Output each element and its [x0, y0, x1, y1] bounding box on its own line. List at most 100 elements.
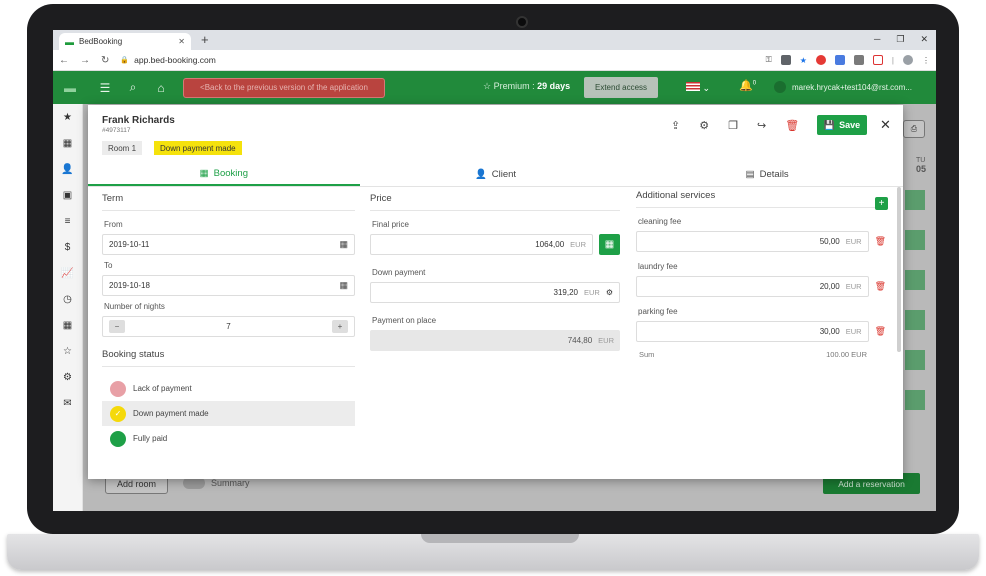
- url-field[interactable]: 🔒 app.bed-booking.com: [120, 55, 215, 65]
- trash-icon[interactable]: 🗑: [875, 281, 886, 292]
- extension-icon[interactable]: [834, 55, 845, 65]
- camera: [516, 16, 528, 28]
- print-icon[interactable]: ⎙: [903, 120, 925, 138]
- tab-title: BedBooking: [79, 37, 123, 46]
- forward-arrow-icon[interactable]: →: [80, 55, 90, 66]
- service-field[interactable]: 50,00 EUR: [636, 231, 869, 252]
- back-arrow-icon[interactable]: ←: [59, 55, 69, 66]
- status-option-down-payment[interactable]: ✓ Down payment made: [102, 401, 355, 426]
- notification-bell-icon[interactable]: 🔔0: [739, 79, 756, 92]
- settings-icon[interactable]: ⚙: [699, 119, 709, 132]
- chart-nav-icon[interactable]: 📈: [53, 260, 82, 286]
- tab-details[interactable]: ▤ Details: [631, 163, 903, 186]
- services-title: Additional services: [636, 190, 886, 208]
- tab-booking[interactable]: ▦ Booking: [88, 163, 360, 186]
- status-label: Lack of payment: [133, 384, 192, 393]
- increment-button[interactable]: +: [331, 320, 348, 333]
- share-icon[interactable]: ↪: [757, 119, 766, 132]
- star-icon[interactable]: ★: [800, 56, 807, 65]
- tab-client[interactable]: 👤 Client: [360, 163, 632, 186]
- minimize-icon[interactable]: ─: [874, 34, 880, 45]
- menu-dots-icon[interactable]: ⋮: [922, 56, 930, 65]
- calendar-day-header: TU 05: [916, 157, 926, 174]
- adblock-icon[interactable]: [815, 55, 826, 65]
- down-payment-field[interactable]: 319,20 EUR ⚙: [370, 282, 620, 303]
- term-title: Term: [102, 193, 355, 211]
- decrement-button[interactable]: −: [109, 320, 125, 333]
- person-icon: 👤: [474, 169, 487, 180]
- address-bar: ← → ↻ 🔒 app.bed-booking.com ⚿ ★ | ⋮: [53, 50, 936, 71]
- trash-icon[interactable]: 🗑: [875, 326, 886, 337]
- clock-nav-icon[interactable]: ◷: [53, 286, 82, 312]
- divider-icon: |: [891, 55, 894, 65]
- service-field[interactable]: 20,00 EUR: [636, 276, 869, 297]
- flag-dropdown[interactable]: ⌄: [686, 82, 710, 94]
- calendar-icon[interactable]: ▦: [339, 280, 348, 291]
- services-column: Additional services cleaning fee 50,00 EU…: [636, 190, 886, 359]
- camera-ext-icon[interactable]: [853, 55, 864, 65]
- calendar-nav-icon[interactable]: ▦: [53, 130, 82, 156]
- url-text: app.bed-booking.com: [134, 55, 216, 65]
- key-icon[interactable]: ⚿: [766, 55, 772, 65]
- currency: EUR: [570, 240, 586, 249]
- room-badge: Room 1: [102, 141, 143, 155]
- search-icon[interactable]: ⌕: [123, 80, 143, 95]
- trash-icon[interactable]: 🗑: [875, 236, 886, 247]
- premium-star-icon: ☆: [483, 81, 494, 91]
- list-nav-icon[interactable]: ≡: [53, 208, 82, 234]
- user-menu[interactable]: marek.hrycak+test104@rst.com...: [774, 81, 912, 93]
- to-date-field[interactable]: 2019-10-18 ▦: [102, 275, 355, 296]
- close-window-icon[interactable]: ✕: [920, 34, 928, 45]
- home-icon[interactable]: ⌂: [151, 81, 171, 95]
- service-value: 20,00: [819, 282, 840, 291]
- close-tab-icon[interactable]: ✕: [178, 37, 185, 46]
- dollar-nav-icon[interactable]: $: [53, 234, 82, 260]
- extend-access-button[interactable]: Extend access: [584, 77, 658, 98]
- user-email: marek.hrycak+test104@rst.com...: [792, 82, 912, 92]
- laptop-base: [7, 534, 979, 570]
- tab-client-label: Client: [491, 169, 517, 180]
- favorite-nav-icon[interactable]: ☆: [53, 338, 82, 364]
- services-sum: Sum 100.00 EUR: [636, 350, 870, 359]
- browser-tab[interactable]: ▬ BedBooking ✕: [59, 33, 191, 50]
- star-nav-icon[interactable]: ★: [53, 104, 82, 130]
- final-price-field[interactable]: 1064,00 EUR: [370, 234, 593, 255]
- grid-nav-icon[interactable]: ▦: [53, 312, 82, 338]
- delete-icon[interactable]: 🗑: [785, 119, 799, 132]
- chevron-down-icon: ⌄: [702, 83, 711, 93]
- pocket-icon[interactable]: [872, 55, 883, 65]
- service-row: 50,00 EUR 🗑: [636, 231, 886, 252]
- status-option-lack-of-payment[interactable]: Lack of payment: [102, 376, 355, 401]
- briefcase-nav-icon[interactable]: ▣: [53, 182, 82, 208]
- scrollbar[interactable]: [897, 187, 901, 352]
- back-to-previous-version-button[interactable]: <Back to the previous version of the app…: [183, 77, 385, 98]
- status-option-fully-paid[interactable]: Fully paid: [102, 426, 355, 451]
- profile-icon[interactable]: [903, 55, 913, 65]
- save-button[interactable]: 💾 Save: [817, 115, 867, 135]
- user-nav-icon[interactable]: 👤: [53, 156, 82, 182]
- calendar-icon[interactable]: ▦: [339, 239, 348, 250]
- calculator-icon[interactable]: ▦: [599, 234, 620, 255]
- gear-icon[interactable]: ⚙: [606, 288, 613, 297]
- new-tab-icon[interactable]: +: [201, 32, 209, 47]
- translate-icon[interactable]: [780, 55, 791, 65]
- copy-icon[interactable]: ❐: [728, 119, 738, 132]
- settings-nav-icon[interactable]: ⚙: [53, 364, 82, 390]
- price-column: Price Final price 1064,00 EUR ▦ Down paym…: [370, 193, 620, 351]
- bed-logo-icon[interactable]: ▬: [53, 81, 87, 95]
- nights-stepper[interactable]: − 7 +: [102, 316, 355, 337]
- tab-details-label: Details: [759, 169, 789, 180]
- restore-icon[interactable]: ❐: [896, 34, 904, 45]
- close-modal-icon[interactable]: ✕: [880, 117, 891, 133]
- add-service-button[interactable]: +: [875, 197, 888, 210]
- hamburger-menu-icon[interactable]: ☰: [95, 81, 115, 95]
- premium-label: Premium :: [493, 81, 538, 91]
- status-dot-icon: [110, 430, 126, 447]
- from-date-field[interactable]: 2019-10-11 ▦: [102, 234, 355, 255]
- mail-nav-icon[interactable]: ✉: [53, 390, 82, 416]
- from-date-value: 2019-10-11: [109, 240, 150, 249]
- save-label: Save: [839, 120, 861, 130]
- reload-icon[interactable]: ↻: [101, 55, 109, 66]
- upload-icon[interactable]: ⇪: [671, 119, 680, 132]
- service-field[interactable]: 30,00 EUR: [636, 321, 869, 342]
